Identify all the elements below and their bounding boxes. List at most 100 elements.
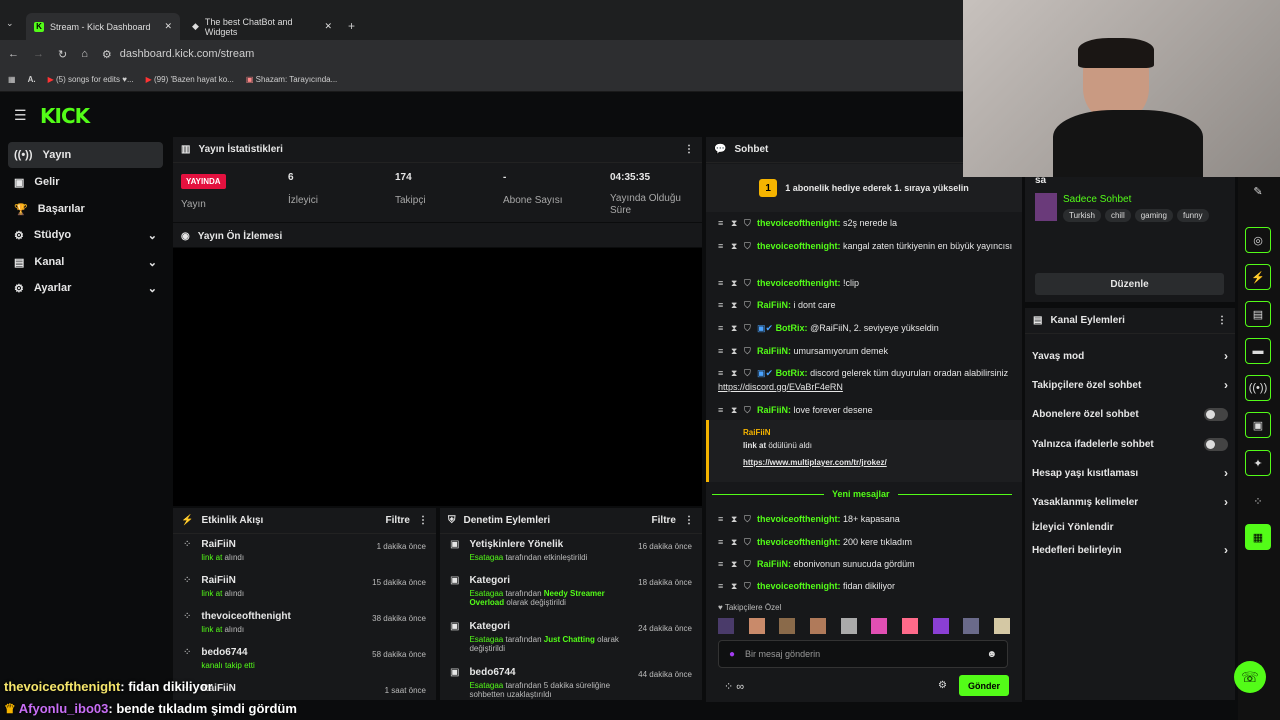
infinity-icon[interactable]: ⁘ ∞ [724, 680, 744, 693]
chat-message[interactable]: ≡ ⧗ ⛉ RaiFiiN: love forever desene [718, 403, 1014, 417]
channel-action-2[interactable]: Abonelere özel sohbet [1024, 400, 1236, 428]
nav-basarilar[interactable]: 🏆 Başarılar [8, 196, 163, 222]
chevron-down-icon: ⌄ [147, 282, 157, 295]
wrench-icon[interactable]: ✦ [1245, 450, 1271, 476]
nav-kanal[interactable]: ▤ Kanal ⌄ [8, 249, 163, 275]
bookmark-a-icon[interactable]: A. [28, 75, 36, 84]
category-link[interactable]: Sadece Sohbet [1063, 194, 1131, 205]
back-icon[interactable]: ← [8, 48, 19, 60]
chat-bubble-icon[interactable]: ▬ [1245, 338, 1271, 364]
nav-studyo[interactable]: ⚙ Stüdyo ⌄ [8, 222, 163, 248]
emote-icon[interactable] [779, 618, 796, 634]
more-icon[interactable]: ⋮ [684, 515, 694, 526]
emote-icon[interactable] [993, 618, 1010, 634]
support-chat-icon[interactable]: ☏ [1234, 661, 1266, 693]
close-tab-icon[interactable]: ✕ [324, 21, 332, 32]
emote-icon[interactable] [748, 618, 765, 634]
emote-icon[interactable] [932, 618, 949, 634]
tab-search-icon[interactable]: ⌄ [6, 18, 20, 32]
chat-message[interactable]: ≡ ⧗ ⛉ ▣✔ BotRix: discord gelerek tüm duyuru… [718, 366, 1014, 394]
forward-icon[interactable]: → [33, 48, 44, 60]
bookmark-3[interactable]: ▣ Shazam: Tarayıcında... [246, 75, 337, 84]
chat-message[interactable]: ≡ ⧗ ⛉ RaiFiiN: umursamıyorum demek [718, 344, 1014, 358]
clapper-icon[interactable]: ▦ [1245, 524, 1271, 550]
pencil-icon[interactable]: ✎ [1245, 178, 1271, 204]
emote-icon[interactable] [809, 618, 826, 634]
emote-icon[interactable] [871, 618, 888, 634]
site-info-icon[interactable]: ⚙ [102, 48, 112, 61]
activity-item[interactable]: ⁘ RaiFiiN link at alındı 15 dakika önce [173, 570, 436, 606]
more-icon[interactable]: ⋮ [418, 515, 428, 526]
channel-action-5[interactable]: Yasaklanmış kelimeler › [1024, 488, 1236, 516]
chat-message[interactable]: ≡ ⧗ ⛉ thevoiceofthenight: 18+ kapasana [718, 512, 1014, 526]
chat-message[interactable]: ≡ ⧗ ⛉ RaiFiiN: i dont care [718, 298, 1014, 312]
channel-action-6[interactable]: İzleyici Yönlendir [1024, 516, 1236, 538]
channel-action-3[interactable]: Yalnızca ifadelerle sohbet [1024, 430, 1236, 458]
wallet-icon: ▣ [14, 176, 25, 189]
clipboard-icon[interactable]: ▤ [1245, 301, 1271, 327]
bookmark-1[interactable]: ▶ (5) songs for edits ♥... [48, 75, 134, 84]
chat-message[interactable]: ≡ ⧗ ⛉ thevoiceofthenight: fidan dikiliyor [718, 579, 1014, 593]
emote-icon[interactable] [963, 618, 980, 634]
broadcast-icon[interactable]: ((•)) [1245, 375, 1271, 401]
chat-message[interactable]: ≡ ⧗ ⛉ thevoiceofthenight: kangal zaten türk… [718, 239, 1014, 253]
tag-chip[interactable]: funny [1176, 209, 1209, 222]
kick-logo[interactable]: KICK [40, 104, 90, 128]
emote-icon[interactable] [718, 618, 734, 634]
chat-settings-icon[interactable]: ⚙ [938, 680, 947, 691]
edit-button[interactable]: Düzenle [1035, 273, 1224, 295]
new-tab-button[interactable]: + [348, 19, 355, 33]
home-icon[interactable]: ⌂ [81, 48, 88, 60]
chat-input[interactable]: ● Bir mesaj gönderin ☻ [718, 640, 1008, 668]
settings-icon: ⚙ [14, 282, 24, 295]
nav-ayarlar[interactable]: ⚙ Ayarlar ⌄ [8, 275, 163, 301]
moderation-item[interactable]: ▣ Kategori Esatagaa tarafından Needy Strea… [440, 570, 702, 616]
reload-icon[interactable]: ↻ [58, 48, 67, 61]
chat-message[interactable]: ≡ ⧗ ⛉ thevoiceofthenight: s2ş nerede la [718, 216, 1014, 230]
emote-icon[interactable] [840, 618, 857, 634]
dots-icon[interactable]: ⁘ [1245, 488, 1271, 514]
activity-item[interactable]: ⁘ thevoiceofthenight link at alındı 38 daki… [173, 606, 436, 642]
new-messages-label: Yeni mesajlar [824, 489, 898, 499]
chat-message[interactable]: ≡ ⧗ ⛉ ▣✔ BotRix: @RaiFiiN, 2. seviyeye yüks… [718, 321, 1014, 335]
channel-action-1[interactable]: Takipçilere özel sohbet › [1024, 371, 1236, 399]
apps-icon[interactable]: ▦ [8, 75, 16, 84]
tag-chip[interactable]: Turkish [1063, 209, 1101, 222]
close-tab-icon[interactable]: ✕ [164, 21, 172, 32]
url-text[interactable]: dashboard.kick.com/stream [120, 48, 255, 60]
nav-yayin[interactable]: ((•)) Yayın [8, 142, 163, 168]
send-button[interactable]: Gönder [959, 675, 1009, 696]
moderation-item[interactable]: ▣ Yetişkinlere Yönelik Esatagaa tarafından… [440, 534, 702, 570]
emote-icon[interactable] [901, 618, 918, 634]
more-icon[interactable]: ⋮ [1217, 315, 1227, 326]
filter-button[interactable]: Filtre [386, 515, 410, 526]
channel-action-4[interactable]: Hesap yaşı kısıtlaması › [1024, 459, 1236, 487]
channel-action-7[interactable]: Hedefleri belirleyin › [1024, 539, 1236, 561]
moderation-item[interactable]: ▣ bedo6744 Esatagaa tarafından 5 dakika sü… [440, 662, 702, 708]
moderation-item[interactable]: ▣ Kategori Esatagaa tarafından Just Chatti… [440, 616, 702, 662]
chat-message[interactable]: ≡ ⧗ ⛉ thevoiceofthenight: 200 kere tıkladım [718, 535, 1014, 549]
chat-message[interactable]: ≡ ⧗ ⛉ RaiFiiN: ebonivonun sunucuda gördüm [718, 557, 1014, 571]
delete-icon: ≡ [718, 346, 724, 356]
toggle-switch[interactable] [1204, 407, 1228, 421]
emoji-icon[interactable]: ☻ [986, 649, 997, 660]
bookmark-2[interactable]: ▶ (99) 'Bazen hayat ko... [146, 75, 234, 84]
channel-action-0[interactable]: Yavaş mod › [1024, 342, 1236, 370]
lightning-icon[interactable]: ⚡ [1245, 264, 1271, 290]
toggle-switch[interactable] [1204, 437, 1228, 451]
camera-icon[interactable]: ◎ [1245, 227, 1271, 253]
timeout-icon: ⧗ [731, 323, 738, 333]
stream-preview-video[interactable] [173, 248, 702, 506]
more-icon[interactable]: ⋮ [684, 144, 694, 155]
chat-message[interactable]: ≡ ⧗ ⛉ thevoiceofthenight: !clip [718, 276, 1014, 290]
nav-gelir[interactable]: ▣ Gelir [8, 169, 163, 195]
menu-icon[interactable]: ☰ [14, 107, 27, 124]
layers-icon[interactable]: ▣ [1245, 412, 1271, 438]
tab-kick-dashboard[interactable]: K Stream - Kick Dashboard ✕ [26, 13, 180, 40]
filter-button[interactable]: Filtre [652, 515, 676, 526]
activity-item[interactable]: ⁘ RaiFiiN link at alındı 1 dakika önce [173, 534, 436, 570]
tab-chatbot[interactable]: ◆ The best ChatBot and Widgets ✕ [184, 13, 340, 40]
tag-chip[interactable]: chill [1104, 209, 1131, 222]
tag-chip[interactable]: gaming [1134, 209, 1173, 222]
activity-item[interactable]: ⁘ bedo6744 kanalı takip etti 58 dakika önc… [173, 642, 436, 678]
